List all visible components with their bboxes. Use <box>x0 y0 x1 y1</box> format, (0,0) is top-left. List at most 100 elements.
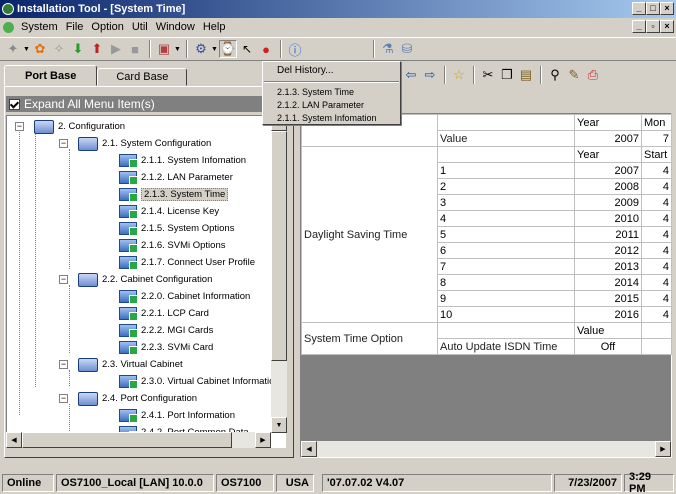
collapse-icon[interactable]: − <box>59 394 68 403</box>
menu-item-del-history[interactable]: Del History... <box>263 62 400 79</box>
close-button[interactable]: × <box>660 2 674 15</box>
cell-dst-year[interactable]: 2011 <box>574 226 642 243</box>
info-icon[interactable]: ⓘ <box>286 40 304 58</box>
menu-item-history-system-time[interactable]: 2.1.3. System Time <box>263 85 400 98</box>
scroll-left-icon[interactable]: ◀ <box>301 441 317 457</box>
scroll-thumb[interactable] <box>22 432 232 448</box>
export-icon[interactable]: ▣ <box>155 40 173 58</box>
tree-node-system-configuration[interactable]: − 2.1. System Configuration <box>59 135 211 152</box>
expand-all-bar[interactable]: Expand All Menu Item(s) <box>6 96 290 112</box>
chart-icon[interactable]: ⚗ <box>379 40 397 58</box>
tree-node-mgi-cards[interactable]: 2.2.2. MGI Cards <box>119 322 213 339</box>
tree-node-lan-parameter[interactable]: 2.1.2. LAN Parameter <box>119 169 233 186</box>
tree-node-connect-user-profile[interactable]: 2.1.7. Connect User Profile <box>119 254 255 271</box>
find-icon[interactable]: ⚲ <box>546 66 564 84</box>
cell-dst-year[interactable]: 2013 <box>574 258 642 275</box>
mdi-close-button[interactable]: × <box>660 20 674 33</box>
cell-dst-year[interactable]: 2015 <box>574 290 642 307</box>
menu-item-history-lan-parameter[interactable]: 2.1.2. LAN Parameter <box>263 98 400 111</box>
tree-node-cabinet-configuration[interactable]: − 2.2. Cabinet Configuration <box>59 271 212 288</box>
cell-current-year[interactable]: 2007 <box>574 130 642 147</box>
pin-icon[interactable]: ✦ <box>4 40 22 58</box>
menu-window[interactable]: Window <box>152 21 199 33</box>
collapse-icon[interactable]: − <box>59 360 68 369</box>
tree-node-cabinet-information[interactable]: 2.2.0. Cabinet Information <box>119 288 250 305</box>
cell-dst-start[interactable]: 4 <box>641 162 672 179</box>
collapse-icon[interactable]: − <box>59 139 68 148</box>
cell-dst-start[interactable]: 4 <box>641 306 672 323</box>
tree-horizontal-scrollbar[interactable]: ◀ ▶ <box>6 432 271 448</box>
cut-icon[interactable]: ✂ <box>479 66 497 84</box>
back-arrow-icon[interactable]: ⇦ <box>402 66 420 84</box>
play-icon[interactable]: ▶ <box>107 40 125 58</box>
tree-node-port-information[interactable]: 2.4.1. Port Information <box>119 407 235 424</box>
cell-dst-year[interactable]: 2014 <box>574 274 642 291</box>
cell-dst-start[interactable]: 4 <box>641 290 672 307</box>
export-dropdown-icon[interactable]: ▼ <box>174 40 181 58</box>
cell-auto-update-isdn-time[interactable]: Off <box>574 338 642 355</box>
menu-system[interactable]: System <box>17 21 62 33</box>
upload-icon[interactable]: ⬆ <box>88 40 106 58</box>
cell-dst-start[interactable]: 4 <box>641 274 672 291</box>
scroll-thumb[interactable] <box>271 131 287 361</box>
menu-help[interactable]: Help <box>199 21 230 33</box>
edit-icon[interactable]: ✎ <box>565 66 583 84</box>
connect-dropdown-icon[interactable]: ▼ <box>211 40 218 58</box>
collapse-icon[interactable]: − <box>59 275 68 284</box>
scroll-left-icon[interactable]: ◀ <box>6 432 22 448</box>
print-icon[interactable]: ⎙ <box>584 66 602 84</box>
tree-node-virtual-cabinet-information[interactable]: 2.3.0. Virtual Cabinet Informatio <box>119 373 274 390</box>
cell-dst-year[interactable]: 2008 <box>574 178 642 195</box>
menu-file[interactable]: File <box>62 21 88 33</box>
tree-node-lcp-card[interactable]: 2.2.1. LCP Card <box>119 305 209 322</box>
network-icon[interactable]: ⛁ <box>398 40 416 58</box>
cell-current-mon[interactable]: 7 <box>641 130 672 147</box>
menu-item-history-system-information[interactable]: 2.1.1. System Infomation <box>263 111 400 124</box>
cell-dst-start[interactable]: 4 <box>641 178 672 195</box>
tree-node-svmi-options[interactable]: 2.1.6. SVMi Options <box>119 237 225 254</box>
tree-vertical-scrollbar[interactable]: ▲ ▼ <box>271 115 287 433</box>
tree-node-configuration[interactable]: − 2. Configuration <box>15 118 125 135</box>
paste-icon[interactable]: ▤ <box>517 66 535 84</box>
cell-dst-start[interactable]: 4 <box>641 242 672 259</box>
forward-arrow-icon[interactable]: ⇨ <box>421 66 439 84</box>
maximize-button[interactable]: □ <box>646 2 660 15</box>
tree-node-port-configuration[interactable]: − 2.4. Port Configuration <box>59 390 197 407</box>
menu-option[interactable]: Option <box>87 21 127 33</box>
minimize-button[interactable]: _ <box>632 2 646 15</box>
favorite-icon[interactable]: ☆ <box>450 66 468 84</box>
cell-dst-start[interactable]: 4 <box>641 258 672 275</box>
tree-node-system-time[interactable]: 2.1.3. System Time <box>119 186 229 203</box>
cell-dst-year[interactable]: 2007 <box>574 162 642 179</box>
menu-util[interactable]: Util <box>128 21 152 33</box>
cell-dst-year[interactable]: 2016 <box>574 306 642 323</box>
tree-node-system-options[interactable]: 2.1.5. System Options <box>119 220 234 237</box>
cell-dst-year[interactable]: 2012 <box>574 242 642 259</box>
scroll-down-icon[interactable]: ▼ <box>271 417 287 433</box>
mdi-minimize-button[interactable]: _ <box>632 20 646 33</box>
cell-dst-year[interactable]: 2009 <box>574 194 642 211</box>
title-bar[interactable]: Installation Tool - [System Time] _ □ × <box>0 0 676 18</box>
mdi-restore-button[interactable]: ▫ <box>646 20 660 33</box>
mdi-child-icon[interactable] <box>3 21 14 33</box>
tree-node-license-key[interactable]: 2.1.4. License Key <box>119 203 219 220</box>
pin-dropdown-icon[interactable]: ▼ <box>23 40 30 58</box>
expand-all-checkbox[interactable] <box>9 98 20 110</box>
tree-node-virtual-cabinet[interactable]: − 2.3. Virtual Cabinet <box>59 356 183 373</box>
scroll-right-icon[interactable]: ▶ <box>255 432 271 448</box>
scroll-right-icon[interactable]: ▶ <box>655 441 671 457</box>
cell-dst-start[interactable]: 4 <box>641 210 672 227</box>
tab-port-base[interactable]: Port Base <box>4 65 98 86</box>
collapse-icon[interactable]: − <box>15 122 24 131</box>
download-icon[interactable]: ⬇ <box>69 40 87 58</box>
grid-horizontal-scrollbar[interactable]: ◀ ▶ <box>301 441 671 457</box>
tools-icon[interactable]: ✧ <box>50 40 68 58</box>
history-icon[interactable]: ⌚ <box>219 40 237 58</box>
copy-icon[interactable]: ❐ <box>498 66 516 84</box>
refresh-icon[interactable]: ✿ <box>31 40 49 58</box>
tree-node-svmi-card[interactable]: 2.2.3. SVMi Card <box>119 339 213 356</box>
connect-icon[interactable]: ⚙ <box>192 40 210 58</box>
cell-dst-year[interactable]: 2010 <box>574 210 642 227</box>
tab-card-base[interactable]: Card Base <box>97 68 188 86</box>
stop-icon[interactable]: ■ <box>126 40 144 58</box>
